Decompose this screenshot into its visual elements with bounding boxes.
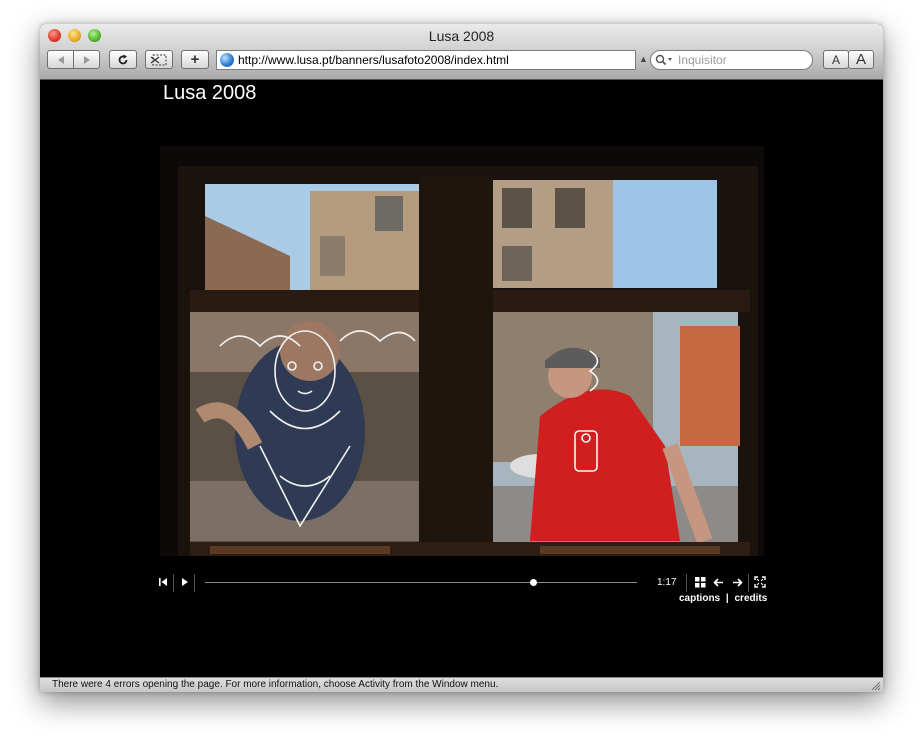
globe-icon [220, 53, 234, 67]
slideshow-photo[interactable] [160, 146, 764, 556]
divider [686, 574, 687, 592]
right-arrow-icon [83, 55, 90, 64]
search-placeholder[interactable]: Inquisitor [678, 53, 727, 67]
caption-credit-links: captions | credits [679, 593, 767, 604]
back-button[interactable] [47, 50, 74, 69]
elapsed-time: 1:17 [657, 577, 677, 588]
progress-track[interactable] [205, 579, 637, 586]
page-content: Lusa 2008 1:17 captions | credits [40, 80, 883, 677]
forward-button[interactable] [73, 50, 100, 69]
divider [173, 574, 174, 592]
address-bar[interactable]: http://www.lusa.pt/banners/lusafoto2008/… [216, 50, 636, 70]
add-bookmark-button[interactable]: + [181, 50, 209, 69]
link-separator: | [725, 593, 729, 604]
first-slide-icon[interactable] [158, 577, 168, 587]
address-text[interactable]: http://www.lusa.pt/banners/lusafoto2008/… [238, 53, 509, 67]
next-icon[interactable] [732, 577, 743, 588]
slideshow-controls: 1:17 captions | credits [156, 573, 771, 604]
browser-window: Lusa 2008 + http://www.lusa.pt/banners/l… [40, 24, 883, 692]
search-field[interactable]: Inquisitor [650, 50, 813, 70]
previous-icon[interactable] [713, 577, 724, 588]
reload-button[interactable] [109, 50, 137, 69]
credits-link[interactable]: credits [735, 593, 768, 604]
play-icon[interactable] [180, 577, 190, 587]
left-arrow-icon [57, 55, 64, 64]
window-title: Lusa 2008 [428, 28, 495, 44]
page-title: Lusa 2008 [163, 82, 257, 104]
status-bar: There were 4 errors opening the page. Fo… [40, 677, 883, 692]
divider [748, 574, 749, 592]
captions-link[interactable]: captions [679, 593, 720, 604]
text-larger-button[interactable]: A [848, 50, 874, 69]
toolbar: Lusa 2008 + http://www.lusa.pt/banners/l… [40, 24, 883, 80]
grid-icon[interactable] [695, 577, 706, 588]
address-dropdown-icon[interactable]: ▲ [639, 54, 648, 64]
resize-grip-icon[interactable] [870, 680, 881, 691]
search-icon [655, 54, 672, 66]
divider [194, 574, 195, 592]
text-smaller-button[interactable]: A [823, 50, 849, 69]
status-message: There were 4 errors opening the page. Fo… [52, 679, 499, 690]
reload-icon [118, 54, 128, 64]
web-clip-button[interactable] [145, 50, 173, 69]
webclip-icon [150, 54, 167, 65]
progress-knob[interactable] [530, 579, 538, 586]
fullscreen-icon[interactable] [754, 576, 766, 588]
